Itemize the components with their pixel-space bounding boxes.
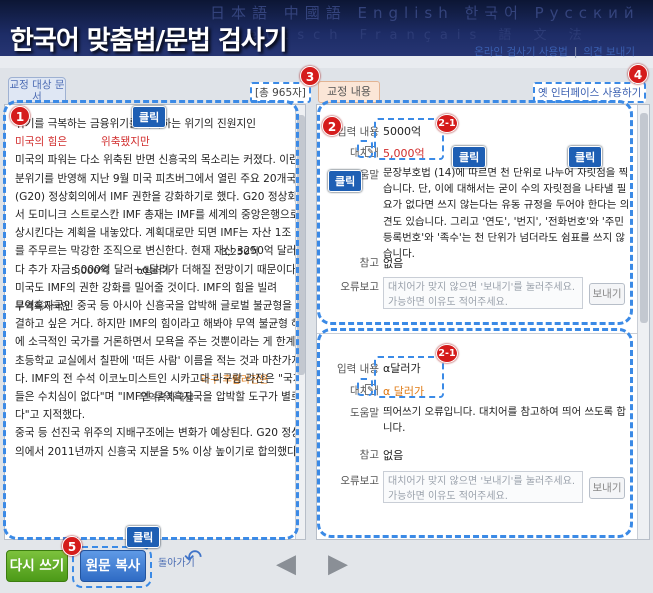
click-callout: 클릭 xyxy=(328,170,363,192)
input-value: 5000억 xyxy=(383,125,422,138)
doc-line: 서 도미니크 스트로스칸 IMF 총재는 IMF를 세계의 중앙은행으로 격 xyxy=(15,209,306,222)
scrollbar-thumb[interactable] xyxy=(640,113,648,323)
header-banner: 日本語 中國語 English 한국어 Русский Deutsch Fran… xyxy=(0,0,653,68)
report-textarea[interactable]: 대치어가 맞지 않으면 '보내기'를 눌러주세요. 가능하면 이유도 적어주세요… xyxy=(383,277,583,309)
scrollbar-thumb[interactable] xyxy=(297,115,305,375)
ref-value: 없음 xyxy=(383,257,404,270)
replace-value[interactable]: α 달러가 xyxy=(383,383,424,399)
doc-line: 결하고 싶은 거다. 하지만 IMF의 힘이라고 해봐야 무역 불균형 해소 xyxy=(15,318,306,331)
retype-button[interactable]: 다시 쓰기 xyxy=(6,550,68,582)
char-count: [총 965자] xyxy=(250,82,311,103)
left-scrollbar[interactable] xyxy=(295,105,305,539)
ref-value: 없음 xyxy=(383,449,404,462)
doc-line: 무역흑자국인 중국 등 아시아 신흥국을 압박해 글로벌 불균형을 해 xyxy=(15,300,306,313)
card-divider xyxy=(317,333,639,334)
doc-line: 상시킨다는 계획을 내놓았다. 계획대로만 되면 IMF는 자산 1조 달러 xyxy=(15,227,306,240)
send-button[interactable]: 보내기 xyxy=(589,477,625,499)
doc-line: 다 추가 자금 5000억 달러+α달러가 더해질 전망이기 때문이다. xyxy=(15,263,300,276)
click-callout: 클릭 xyxy=(132,106,167,128)
click-callout: 클릭 xyxy=(126,526,161,548)
doc-line: (G20) 정상회의에서 IMF 권한을 강화하기로 했다. G20 정상회의에 xyxy=(15,190,306,203)
doc-line: 미국의 파워는 다소 위축된 반면 신흥국의 목소리는 커졌다. 이런 xyxy=(15,154,299,167)
step-badge-5: 5 xyxy=(62,536,82,556)
doc-line: 중국 등 선진국 위주의 지배구조에는 변화가 예상된다. G20 정상회 xyxy=(15,427,306,440)
feedback-link[interactable]: 의견 보내기 xyxy=(583,46,635,58)
report-label: 오류보고 xyxy=(340,281,379,293)
replace-value[interactable]: 5,000억 xyxy=(383,145,425,161)
next-arrow-icon[interactable]: ▶ xyxy=(324,551,352,577)
mistake-text[interactable]: 미국의 힘은 xyxy=(15,136,67,148)
header-links: 온라인 검사기 사용법 | 의견 보내기 xyxy=(474,44,635,59)
tab-correction-content[interactable]: 교정 내용 xyxy=(318,81,380,103)
step-badge-3: 3 xyxy=(300,66,320,86)
doc-line: 다. IMF의 전 수석 이코노미스트인 시카고대 라구람 라잔은 "국가 xyxy=(15,372,303,385)
step-badge-2-1: 2-1 xyxy=(436,344,458,363)
send-button[interactable]: 보내기 xyxy=(589,283,625,305)
doc-line: 초등학교 교실에서 칠판에 '떠든 사람' 이름을 적는 것과 마찬가지 xyxy=(15,354,302,367)
doc-line: 분위기를 반영해 지난 9월 미국 피츠버그에서 열린 주요 20개국 xyxy=(15,172,297,185)
help-link[interactable]: 온라인 검사기 사용법 xyxy=(474,46,568,58)
input-label: 입력 내용 xyxy=(337,363,379,375)
click-callout: 클릭 xyxy=(568,146,603,168)
copy-original-button[interactable]: 원문 복사 xyxy=(80,550,146,582)
report-textarea[interactable]: 대치어가 맞지 않으면 '보내기'를 눌러주세요. 가능하면 이유도 적어주세요… xyxy=(383,471,583,503)
tab-source-document[interactable]: 교정 대상 문서 xyxy=(8,77,66,103)
old-interface-link[interactable]: 옛 인터페이스 사용하기 xyxy=(533,82,647,103)
doc-line: 다"고 지적했다. xyxy=(15,409,86,422)
help-text: 띄어쓰기 오류입니다. 대치어를 참고하여 띄어 쓰도록 합니다. xyxy=(383,406,626,435)
undo-button[interactable]: ↶ 돌아가기 xyxy=(158,546,202,571)
link-separator: | xyxy=(573,46,578,58)
help-label: 도움말 xyxy=(350,407,379,419)
edit-icon[interactable]: ✎ xyxy=(365,384,376,395)
undo-icon: ↶ xyxy=(184,546,203,571)
step-badge-2-1: 2-1 xyxy=(436,114,458,133)
app-title: 한국어 맞춤법/문법 검사기 xyxy=(10,26,288,56)
correction-card: 입력 내용 5000억 대치어 ✎ 5,000억 도움말 문장부호법 (14)에… xyxy=(317,105,649,331)
doc-line: 미국의 힘은 위축됐지만 xyxy=(15,133,295,151)
doc-line: 를 주무르는 막강한 조직으로 변신한다. 현재 재산 3250억 달러에 xyxy=(15,245,306,258)
doc-line: 미국도 IMF의 권한 강화를 밀어줄 것이다. IMF의 힘을 빌려 xyxy=(15,281,277,294)
input-value: α달러가 xyxy=(383,362,421,375)
correction-card: 입력 내용 α달러가 대치어 ✎ α 달러가 도움말 띄어쓰기 오류입니다. 대… xyxy=(317,341,649,539)
step-badge-2: 2 xyxy=(322,116,342,136)
right-scrollbar[interactable] xyxy=(637,105,649,539)
doc-line: 의에서 2011년까지 신흥국 지분을 5% 이상 높이기로 합의했다. 300… xyxy=(15,445,305,458)
previous-arrow-icon[interactable]: ◀ xyxy=(272,551,300,577)
help-text: 문장부호법 (14)에 따르면 천 단위로 나누어 자릿점을 찍습니다. 단, … xyxy=(383,167,630,261)
source-document-editor[interactable]: 위기를 극복하는 금융위기를 극복하는 위기의 진원지인 미국의 힘은 위축됐지… xyxy=(4,104,306,540)
step-badge-4: 4 xyxy=(628,64,648,84)
app-window: 日本語 中國語 English 한국어 Русский Deutsch Fran… xyxy=(0,0,653,593)
ref-label: 참고 xyxy=(359,449,379,461)
correction-panel: 입력 내용 5000억 대치어 ✎ 5,000억 도움말 문장부호법 (14)에… xyxy=(316,104,650,540)
edit-icon[interactable]: ✎ xyxy=(365,146,376,157)
doc-line: 에 소극적인 국가를 거론하면서 모욕을 주는 것뿐이라는 게 한계다. xyxy=(15,336,306,349)
correction-text[interactable]: 위축됐지만 xyxy=(101,133,150,151)
ref-label: 참고 xyxy=(359,257,379,269)
doc-line: 들은 수치심이 없다"며 "IMF엔 무역흑자국을 압박할 도구가 별로 없 xyxy=(15,391,306,404)
report-label: 오류보고 xyxy=(340,475,379,487)
click-callout: 클릭 xyxy=(452,146,487,168)
step-badge-1: 1 xyxy=(10,106,30,126)
